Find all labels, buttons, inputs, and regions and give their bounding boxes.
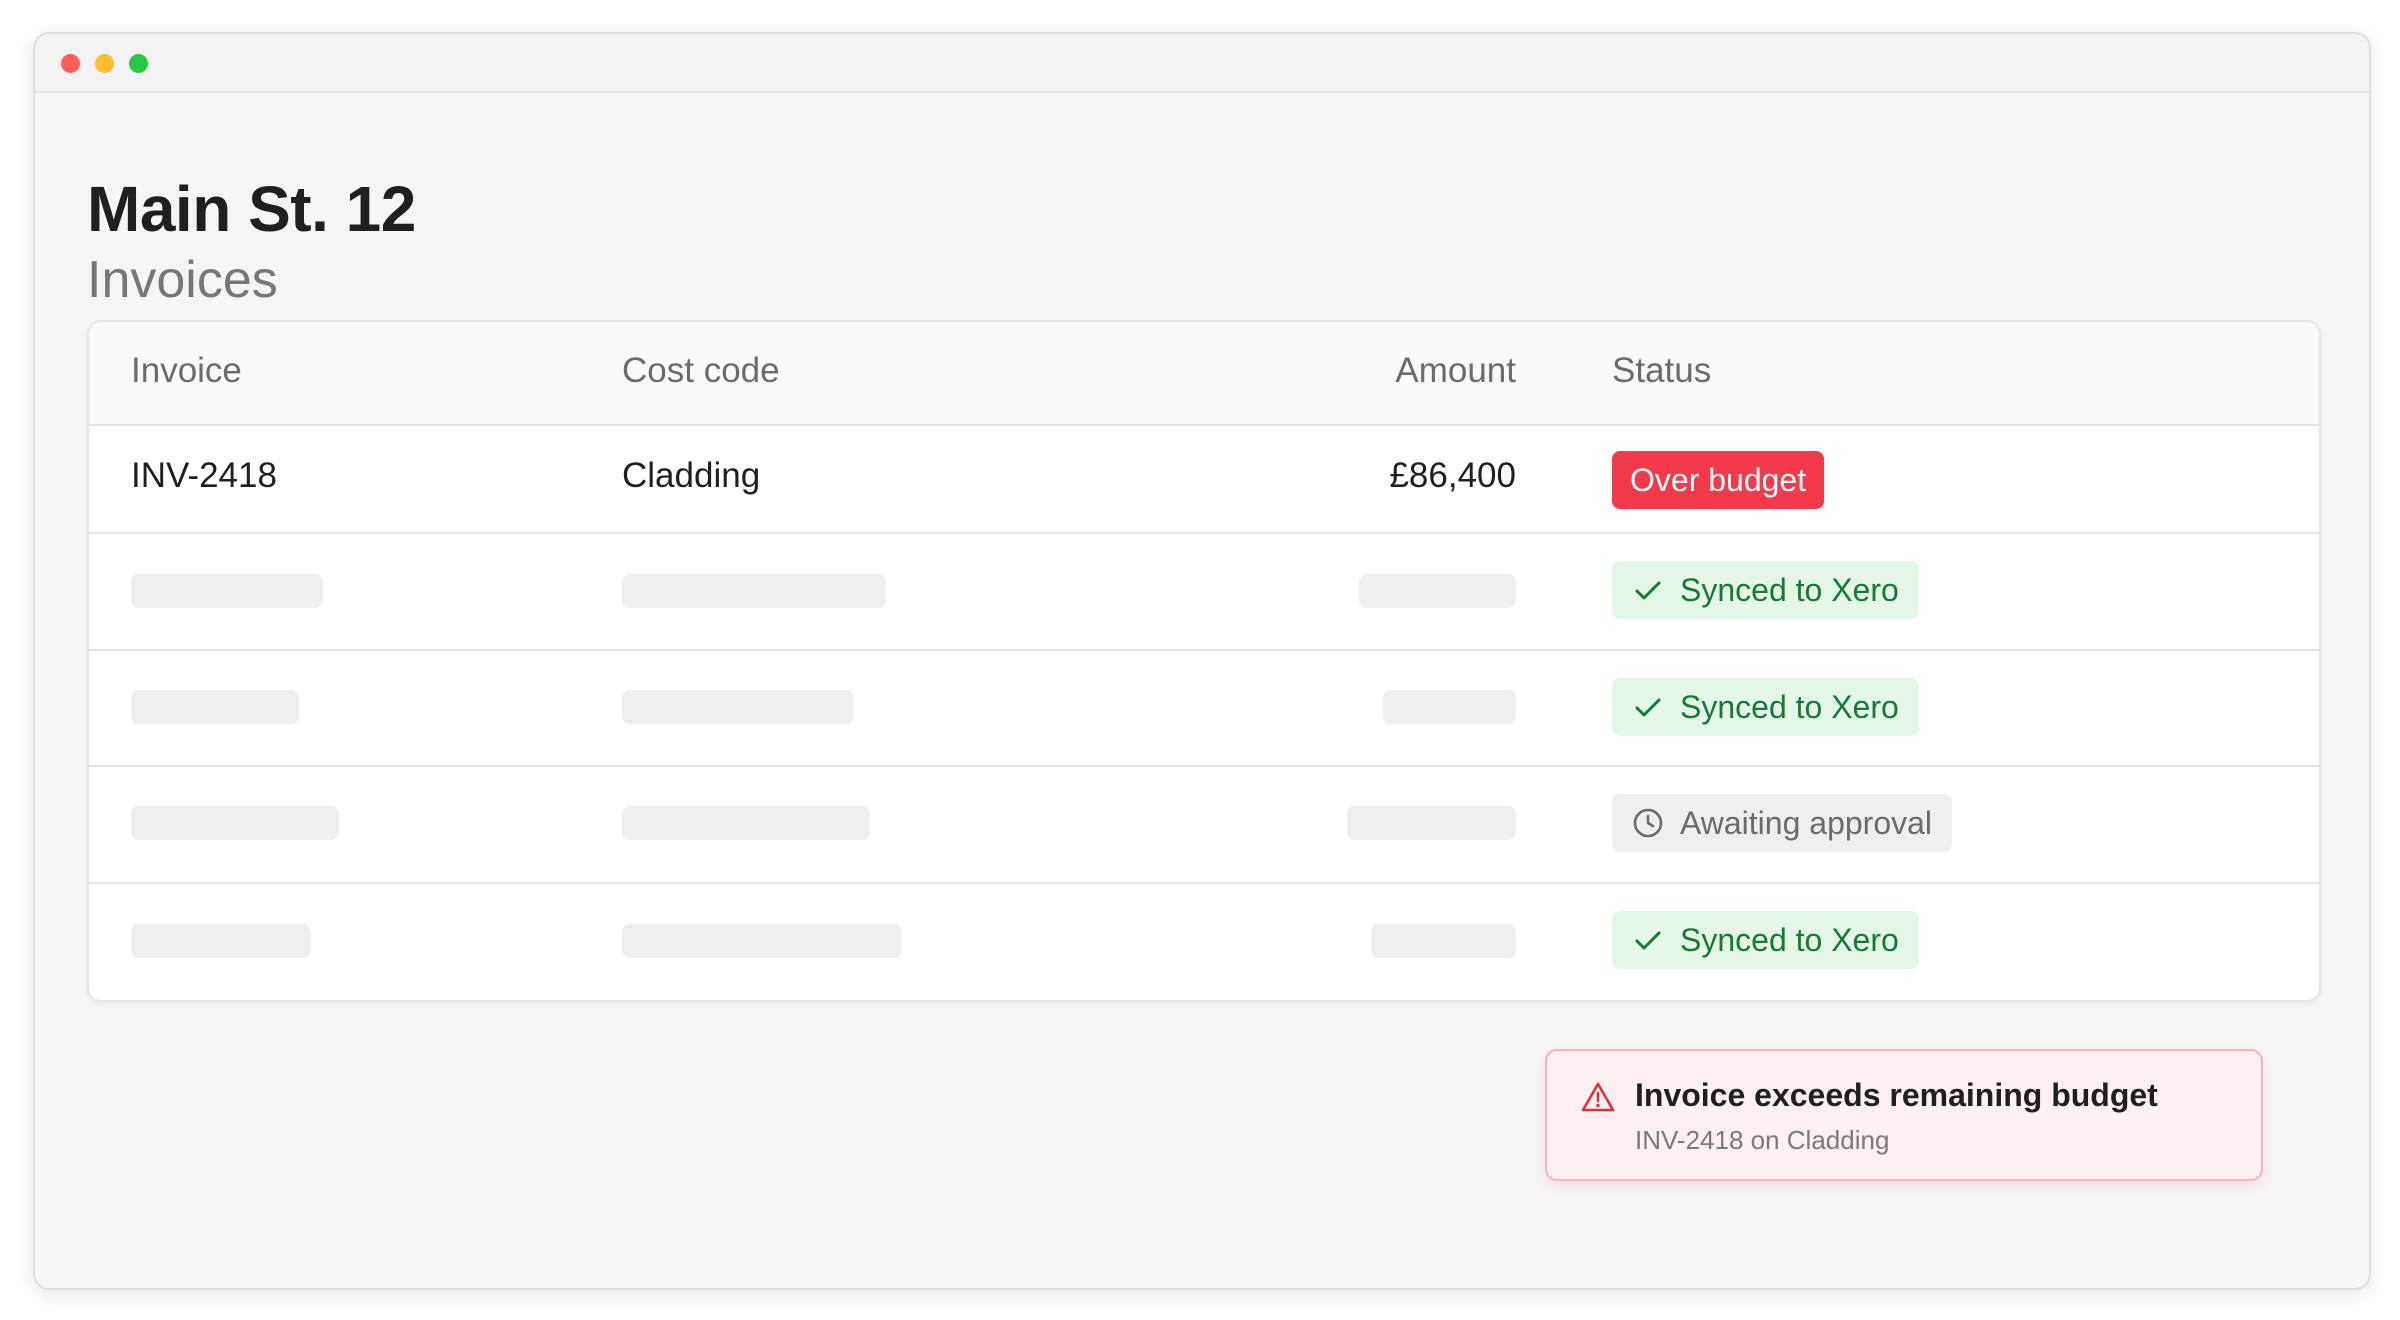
check-icon xyxy=(1635,581,1661,600)
column-header-cost-code[interactable]: Cost code xyxy=(622,322,780,424)
invoice-number: INV-2418 xyxy=(131,456,277,495)
toast-message: INV-2418 on Cladding xyxy=(1635,1125,1890,1155)
table-row[interactable]: Awaiting approval xyxy=(89,767,2319,884)
clock-icon xyxy=(1633,808,1663,838)
loading-placeholder xyxy=(1359,574,1516,608)
invoice-table: Invoice Cost code Amount Status INV-2418… xyxy=(87,320,2321,1002)
table-row[interactable]: Synced to Xero xyxy=(89,534,2319,651)
status-badge: Over budget xyxy=(1612,451,1825,509)
table-row[interactable]: Synced to Xero xyxy=(89,651,2319,767)
minimize-window-button[interactable] xyxy=(95,54,114,73)
status-label: Over budget xyxy=(1630,462,1807,498)
table-row[interactable]: Synced to Xero xyxy=(89,884,2319,1000)
column-header-amount[interactable]: Amount xyxy=(1395,322,1516,424)
loading-placeholder xyxy=(622,924,902,958)
status-badge: Synced to Xero xyxy=(1612,561,1919,619)
status-label: Synced to Xero xyxy=(1680,922,1899,958)
status-label: Awaiting approval xyxy=(1680,805,1933,841)
loading-placeholder xyxy=(131,924,311,958)
loading-placeholder xyxy=(1383,690,1516,724)
title-bar xyxy=(35,34,2369,93)
close-window-button[interactable] xyxy=(61,54,80,73)
page-subtitle: Invoices xyxy=(87,251,278,309)
loading-placeholder xyxy=(131,574,323,608)
status-badge: Synced to Xero xyxy=(1612,911,1919,969)
column-header-status[interactable]: Status xyxy=(1612,322,1711,424)
check-icon xyxy=(1635,931,1661,950)
toast-title: Invoice exceeds remaining budget xyxy=(1635,1077,2158,1113)
status-badge: Synced to Xero xyxy=(1612,678,1919,736)
cost-code: Cladding xyxy=(622,456,761,495)
table-header: Invoice Cost code Amount Status xyxy=(89,322,2319,426)
status-label: Synced to Xero xyxy=(1680,572,1899,608)
loading-placeholder xyxy=(131,690,299,724)
loading-placeholder xyxy=(622,806,870,840)
loading-placeholder xyxy=(622,690,854,724)
column-header-invoice[interactable]: Invoice xyxy=(131,322,242,424)
amount: £86,400 xyxy=(1389,456,1516,495)
budget-alert-toast[interactable]: Invoice exceeds remaining budget INV-241… xyxy=(1545,1049,2263,1181)
page-title: Main St. 12 xyxy=(87,173,416,245)
warning-triangle-icon xyxy=(1581,1082,1615,1112)
table-row[interactable]: INV-2418 Cladding £86,400 Over budget xyxy=(89,424,2319,534)
loading-placeholder xyxy=(622,574,886,608)
loading-placeholder xyxy=(1371,924,1516,958)
maximize-window-button[interactable] xyxy=(129,54,148,73)
status-badge: Awaiting approval xyxy=(1612,794,1953,852)
loading-placeholder xyxy=(131,806,339,840)
status-label: Synced to Xero xyxy=(1680,689,1899,725)
loading-placeholder xyxy=(1347,806,1516,840)
check-icon xyxy=(1635,698,1661,717)
